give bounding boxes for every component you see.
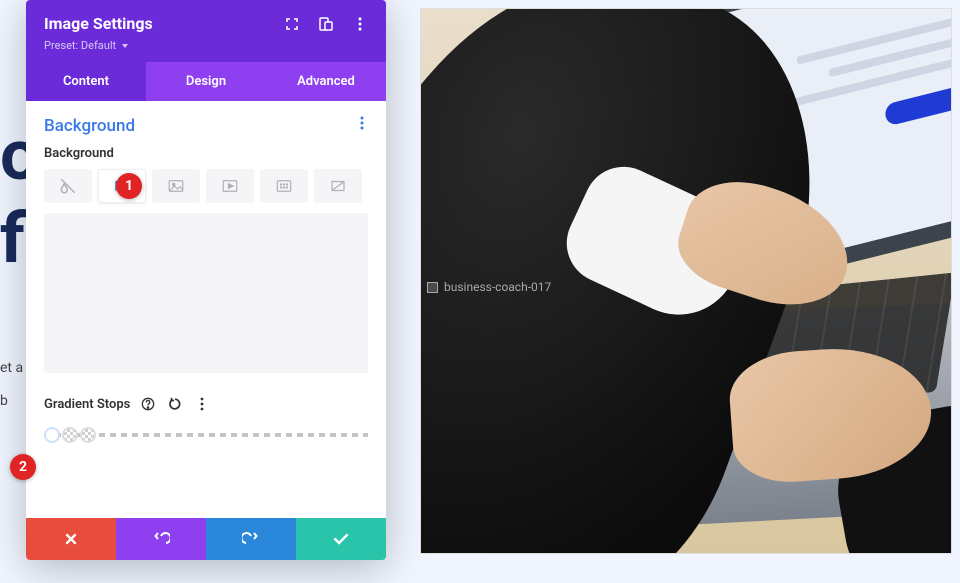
gradient-stops-label: Gradient Stops (44, 397, 130, 412)
expand-icon[interactable] (284, 16, 300, 32)
background-type-tabs (44, 169, 368, 203)
chevron-down-icon (122, 44, 128, 48)
bg-para-line-2: b (0, 388, 23, 415)
save-button[interactable] (296, 518, 386, 560)
bg-para-line-1: et a (0, 355, 23, 382)
gradient-stops-menu-icon[interactable] (193, 395, 211, 413)
preset-label: Preset: (44, 39, 78, 52)
more-icon[interactable] (352, 16, 368, 32)
cancel-button[interactable] (26, 518, 116, 560)
tab-advanced[interactable]: Advanced (266, 62, 386, 101)
section-title[interactable]: Background (44, 116, 135, 136)
gradient-track[interactable] (44, 427, 368, 445)
panel-body: Background Background (26, 101, 386, 518)
tab-content[interactable]: Content (26, 62, 146, 101)
redo-button[interactable] (206, 518, 296, 560)
page-preview-image[interactable]: business-coach-017 (420, 8, 952, 554)
bg-tab-pattern[interactable] (260, 169, 308, 203)
image-settings-panel: Image Settings (26, 0, 386, 560)
panel-title: Image Settings (44, 14, 153, 33)
panel-footer (26, 518, 386, 560)
bg-tab-image[interactable] (152, 169, 200, 203)
gradient-stop-2[interactable] (62, 427, 78, 443)
reset-icon[interactable] (166, 395, 184, 413)
selection-square-icon (427, 282, 438, 293)
panel-header: Image Settings (26, 0, 386, 62)
background-label: Background (44, 146, 368, 161)
background-paragraph: et a b (0, 355, 23, 414)
preset-value: Default (81, 39, 116, 52)
annotation-badge-2: 2 (10, 454, 36, 480)
section-menu-icon[interactable] (356, 115, 368, 136)
bg-tab-mask[interactable] (314, 169, 362, 203)
help-icon[interactable] (139, 395, 157, 413)
undo-button[interactable] (116, 518, 206, 560)
bg-tab-video[interactable] (206, 169, 254, 203)
gradient-stop-1[interactable] (44, 427, 60, 443)
tab-design[interactable]: Design (146, 62, 266, 101)
gradient-stop-3[interactable] (80, 427, 96, 443)
image-overlay-text: business-coach-017 (444, 280, 551, 294)
preset-row[interactable]: Preset: Default (44, 39, 368, 52)
annotation-badge-1: 1 (116, 173, 142, 199)
image-overlay-label: business-coach-017 (427, 280, 551, 294)
responsive-icon[interactable] (318, 16, 334, 32)
gradient-preview[interactable] (44, 213, 368, 373)
bg-tab-color[interactable] (44, 169, 92, 203)
tabs: Content Design Advanced (26, 62, 386, 101)
